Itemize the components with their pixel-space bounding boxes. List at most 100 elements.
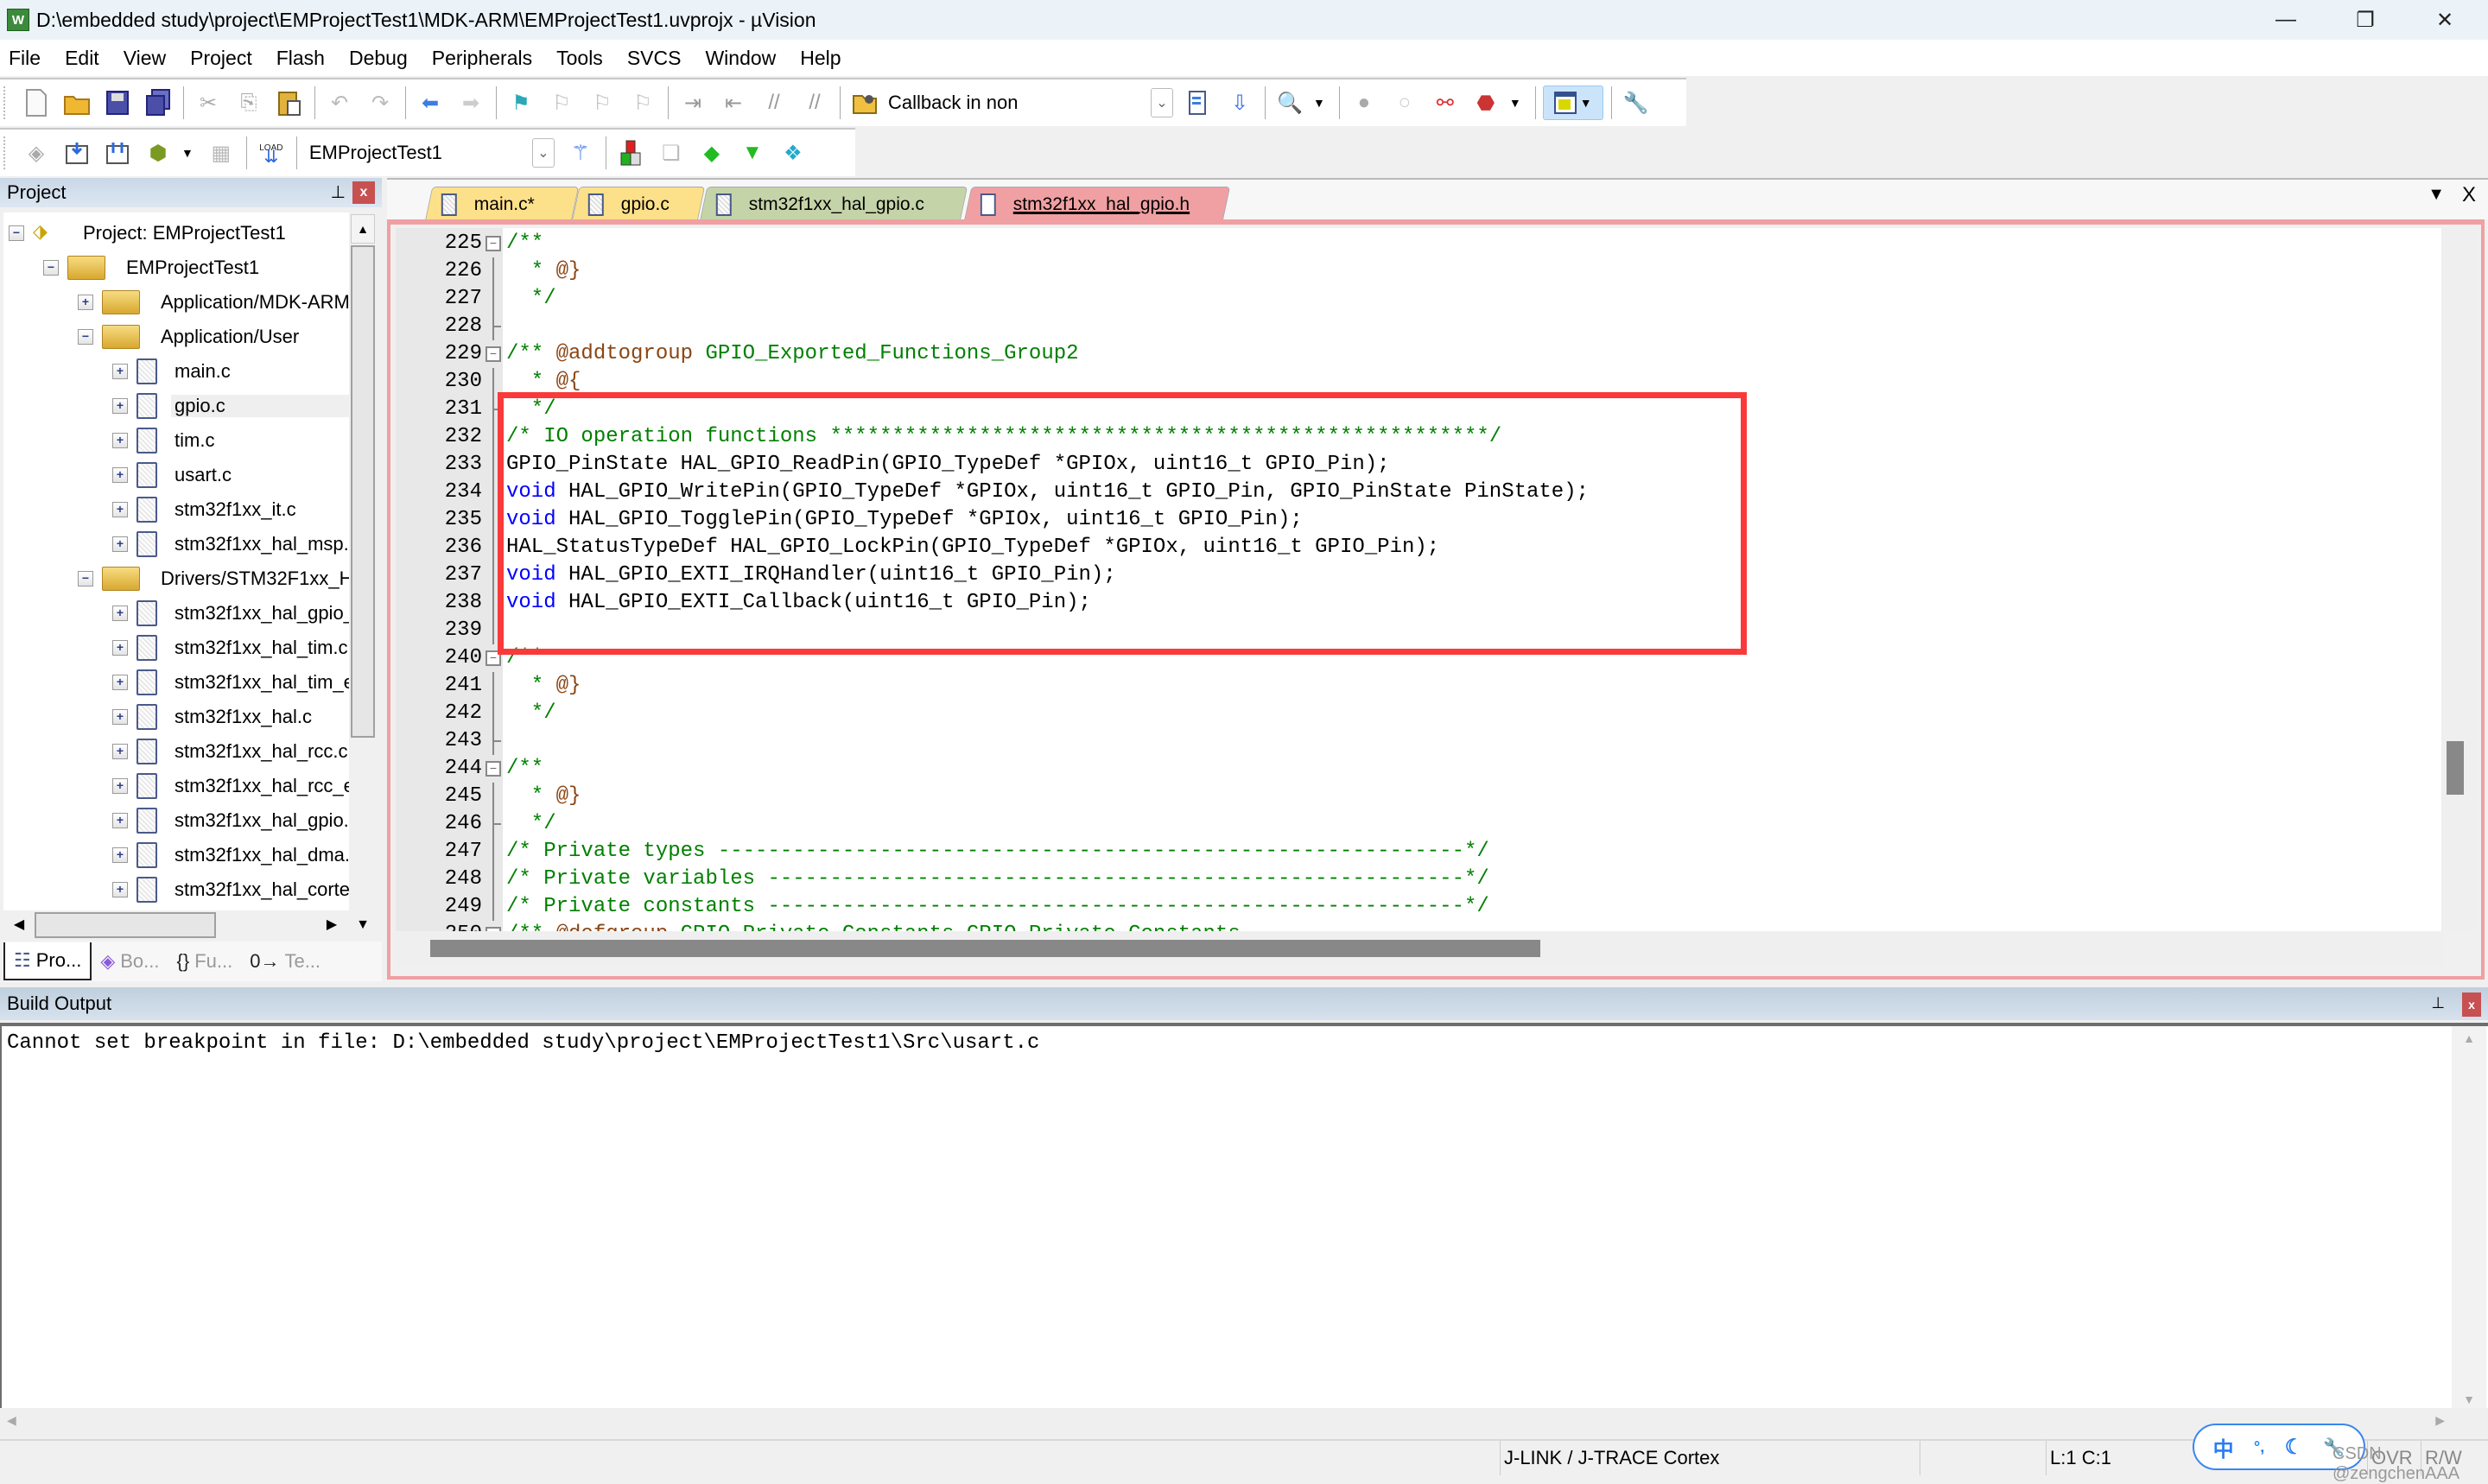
scrollbar-thumb[interactable] [351, 245, 375, 738]
tree-item[interactable]: + stm32f1xx_hal_cortex.c [112, 872, 349, 907]
tree-item[interactable]: − ⬗ Project: EMProjectTest1 [9, 216, 286, 251]
tree-item[interactable]: + stm32f1xx_hal_rcc.c [112, 734, 348, 769]
comment-button[interactable]: // [757, 86, 791, 120]
navigate-forward-button[interactable]: ➡ [454, 86, 488, 120]
toolbar-grip[interactable] [3, 86, 9, 119]
code-line[interactable]: */ [503, 285, 2447, 313]
project-tree-vertical-scrollbar[interactable]: ▲ [349, 212, 377, 910]
code-line[interactable]: */ [503, 700, 2447, 727]
translate-button[interactable]: ◈ [19, 136, 54, 170]
stop-build-button[interactable]: ▦ [204, 136, 238, 170]
code-text-area[interactable]: /** * @} */ /** @addtogroup GPIO_Exported… [503, 228, 2447, 931]
tree-item[interactable]: + stm32f1xx_it.c [112, 492, 296, 527]
expand-icon[interactable]: + [112, 433, 128, 448]
save-all-button[interactable] [141, 86, 175, 120]
debug-session-button[interactable]: 🔍 [1273, 86, 1307, 120]
build-output-close-button[interactable]: x [2462, 993, 2481, 1017]
tree-item[interactable]: + stm32f1xx_hal_msp.c [112, 527, 349, 561]
pack-installer-button[interactable]: ◆ [695, 136, 729, 170]
project-panel-close-button[interactable]: x [352, 181, 375, 204]
code-line[interactable]: /* Private constants -------------------… [503, 893, 2447, 921]
fold-collapse-icon[interactable]: − [486, 236, 501, 251]
code-line[interactable]: * @} [503, 783, 2447, 810]
menu-help[interactable]: Help [800, 47, 841, 70]
pin-icon[interactable]: ⊥ [2431, 994, 2445, 1012]
clear-bookmarks-button[interactable]: ⚐ [625, 86, 660, 120]
undo-button[interactable]: ↶ [322, 86, 357, 120]
code-line[interactable]: * @} [503, 672, 2447, 700]
restore-button[interactable]: ❐ [2326, 0, 2405, 40]
build-output-vertical-scrollbar[interactable]: ▲ ▼ [2452, 1026, 2486, 1410]
expand-icon[interactable]: + [112, 813, 128, 828]
scroll-left-arrow[interactable]: ◀ [5, 912, 33, 938]
redo-button[interactable]: ↷ [363, 86, 397, 120]
tree-item[interactable]: + usart.c [112, 458, 232, 492]
menu-svcs[interactable]: SVCS [627, 47, 682, 70]
tab-list-dropdown-icon[interactable]: ▼ [2428, 185, 2445, 205]
expand-icon[interactable]: + [112, 709, 128, 725]
tab-stm32f1xx-hal-gpio-h[interactable]: stm32f1xx_hal_gpio.h [963, 187, 1231, 221]
cut-button[interactable]: ✂ [191, 86, 225, 120]
tree-item[interactable]: + stm32f1xx_hal_rcc_ex.c [112, 769, 349, 803]
tree-item[interactable]: + stm32f1xx_hal_gpio.c [112, 803, 349, 838]
tab-project[interactable]: ☷ Pro... [3, 942, 92, 980]
expand-icon[interactable]: + [112, 675, 128, 690]
scrollbar-thumb[interactable] [35, 912, 216, 938]
build-button[interactable] [60, 136, 94, 170]
tree-item[interactable]: + stm32f1xx_hal_dma.c [112, 838, 349, 872]
tree-item[interactable]: − Application/User [78, 320, 299, 354]
ime-language-button[interactable]: 中 [2213, 1432, 2234, 1462]
scrollbar-thumb[interactable] [430, 940, 1540, 957]
target-combobox-dropdown[interactable]: ⌄ [531, 138, 555, 168]
find-combobox[interactable]: Callback in non ⌄ [888, 86, 1173, 120]
close-tab-icon[interactable]: X [2462, 183, 2476, 207]
menu-file[interactable]: File [9, 47, 41, 70]
code-line[interactable]: * @} [503, 257, 2447, 285]
target-combobox[interactable]: EMProjectTest1 ⌄ [304, 136, 555, 170]
tree-item[interactable]: + stm32f1xx_hal_tim.c [112, 631, 348, 665]
breakpoint-dropdown-arrow[interactable]: ▼ [1509, 96, 1521, 110]
tab-templates[interactable]: 0→ Te... [241, 942, 329, 980]
select-packs-button[interactable]: ❏ [654, 136, 689, 170]
minimize-button[interactable]: — [2246, 0, 2326, 40]
scroll-up-arrow[interactable]: ▲ [2452, 1031, 2486, 1045]
fold-collapse-icon[interactable]: − [486, 761, 501, 777]
code-line[interactable]: /** [503, 230, 2447, 257]
code-line[interactable]: void HAL_GPIO_TogglePin(GPIO_TypeDef *GP… [503, 506, 2447, 534]
tree-item[interactable]: + stm32f1xx_hal_tim_ex.c [112, 665, 349, 700]
prev-bookmark-button[interactable]: ⚐ [544, 86, 579, 120]
insert-bookmark-button[interactable]: ⚑ [504, 86, 538, 120]
code-line[interactable] [503, 617, 2447, 644]
code-line[interactable]: /* IO operation functions **************… [503, 423, 2447, 451]
tree-item[interactable]: + stm32f1xx_hal_gpio_ex.c [112, 596, 349, 631]
code-line[interactable]: void HAL_GPIO_EXTI_IRQHandler(uint16_t G… [503, 561, 2447, 589]
disable-all-breakpoints-button[interactable]: ⚯ [1428, 86, 1463, 120]
download-button[interactable]: LOAD ⇊ [254, 136, 289, 170]
copy-button[interactable]: ⎘ [232, 86, 266, 120]
editor-vertical-scrollbar[interactable] [2441, 228, 2476, 931]
tree-item[interactable]: + stm32f1xx_hal.c [112, 700, 312, 734]
uncomment-button[interactable]: // [797, 86, 832, 120]
expand-icon[interactable]: + [112, 606, 128, 621]
tree-item[interactable]: + main.c [112, 354, 231, 389]
scroll-up-arrow[interactable]: ▲ [351, 214, 375, 244]
navigate-back-button[interactable]: ⬅ [413, 86, 447, 120]
menu-edit[interactable]: Edit [65, 47, 99, 70]
expand-icon[interactable]: + [112, 744, 128, 759]
find-button[interactable] [1182, 86, 1216, 120]
project-tree-horizontal-scrollbar[interactable]: ◀ ▶ ▼ [3, 910, 377, 940]
tab-gpio-c[interactable]: gpio.c [571, 187, 706, 221]
collapse-icon[interactable]: − [78, 571, 93, 587]
batch-build-button[interactable]: ⬢ [141, 136, 175, 170]
code-line[interactable]: GPIO_PinState HAL_GPIO_ReadPin(GPIO_Type… [503, 451, 2447, 479]
new-file-button[interactable] [19, 86, 54, 120]
build-output-horizontal-scrollbar[interactable]: ◀ ▶ [0, 1408, 2488, 1437]
enable-breakpoint-button[interactable]: ○ [1387, 86, 1422, 120]
code-line[interactable] [503, 313, 2447, 340]
tree-item[interactable]: − Drivers/STM32F1xx_HAL_Driver [78, 561, 349, 596]
indent-button[interactable]: ⇥ [676, 86, 710, 120]
next-bookmark-button[interactable]: ⚐ [585, 86, 619, 120]
code-line[interactable]: /* Private variables -------------------… [503, 866, 2447, 893]
scroll-right-arrow[interactable]: ▶ [318, 912, 346, 938]
expand-icon[interactable]: + [112, 364, 128, 379]
